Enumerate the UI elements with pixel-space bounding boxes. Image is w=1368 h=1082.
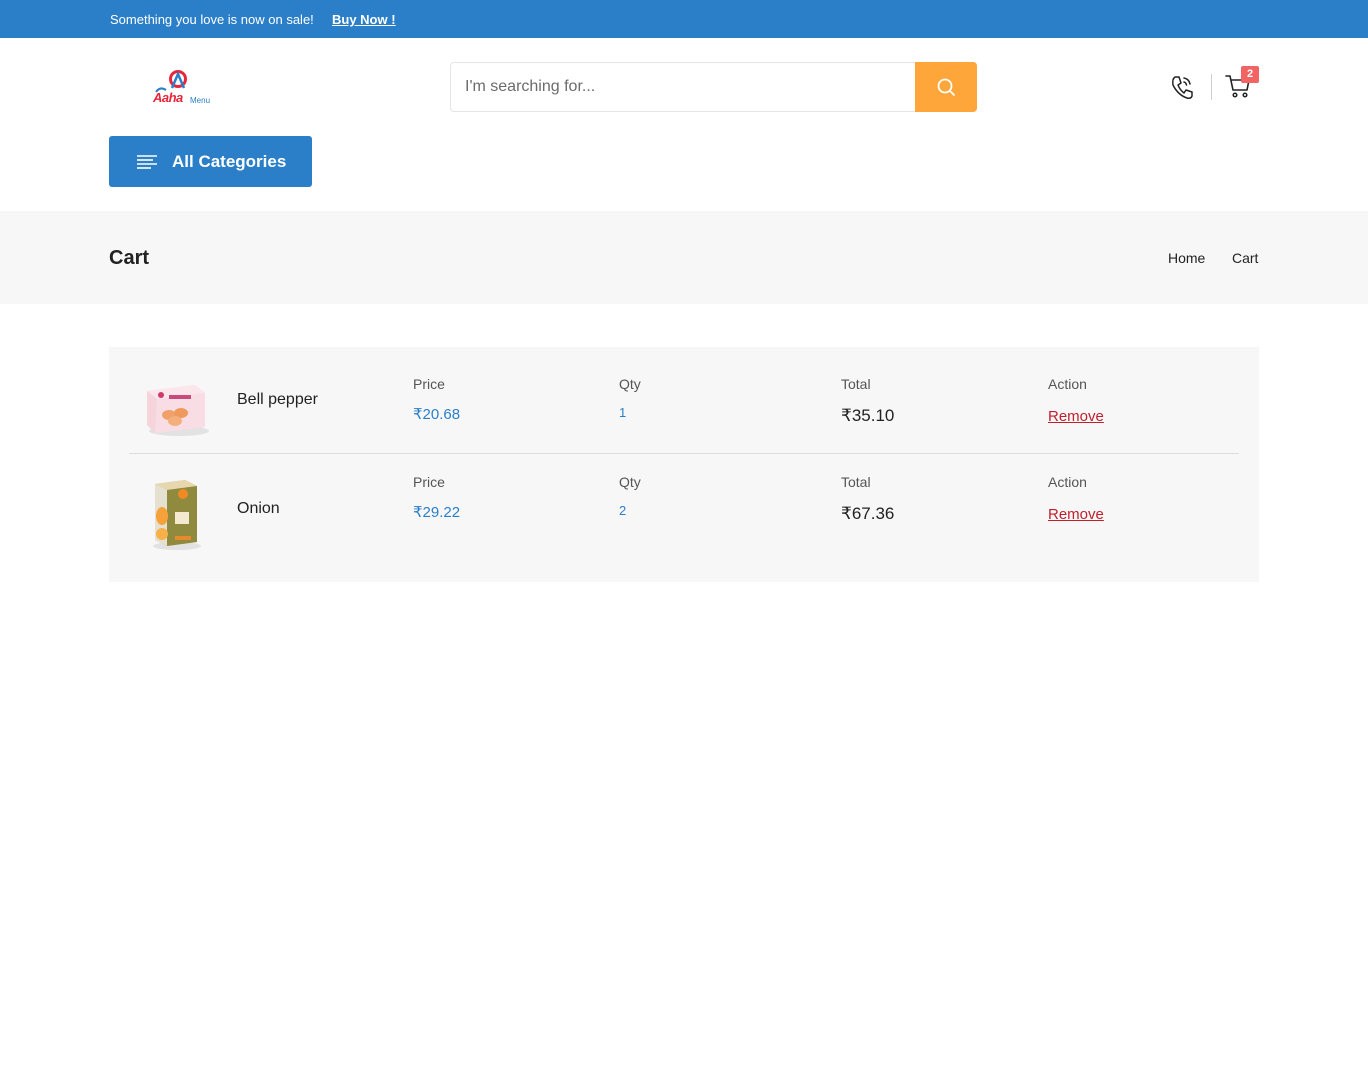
- price-value: ₹29.22: [413, 504, 461, 521]
- price-label: Price: [413, 474, 445, 490]
- search-icon: [937, 78, 955, 96]
- breadcrumb-cart: Cart: [1232, 250, 1259, 266]
- search-bar: [450, 62, 977, 112]
- announcement-bar: Something you love is now on sale! Buy N…: [0, 0, 1368, 38]
- product-name[interactable]: Onion: [237, 500, 280, 518]
- cart-table: Bell pepper Price ₹20.68 Qty 1 Total ₹35…: [109, 347, 1259, 582]
- total-value: ₹35.10: [841, 406, 895, 425]
- breadcrumb-home[interactable]: Home: [1168, 250, 1205, 266]
- all-categories-label: All Categories: [172, 152, 287, 171]
- phone-button[interactable]: [1170, 74, 1194, 100]
- qty-label: Qty: [619, 376, 641, 392]
- buy-now-link[interactable]: Buy Now !: [332, 12, 396, 27]
- page-header: Cart Home Cart: [0, 211, 1368, 304]
- site-logo[interactable]: Aaha Menu: [150, 66, 216, 110]
- menu-lines-icon: [137, 155, 157, 169]
- cart-count-badge: 2: [1241, 66, 1259, 83]
- search-input[interactable]: [451, 63, 915, 111]
- cart-item-row: Onion Price ₹29.22 Qty 2 Total ₹67.36 Ac…: [129, 454, 1239, 561]
- product-name[interactable]: Bell pepper: [237, 391, 318, 409]
- action-label: Action: [1048, 376, 1087, 392]
- remove-button[interactable]: Remove: [1048, 408, 1104, 425]
- search-button[interactable]: [915, 62, 977, 112]
- qty-value: 1: [619, 405, 627, 420]
- total-label: Total: [841, 474, 871, 490]
- page-title: Cart: [109, 247, 150, 269]
- logo-brand-text: Aaha: [153, 90, 183, 105]
- action-label: Action: [1048, 474, 1087, 490]
- product-image: [147, 385, 209, 436]
- qty-value: 2: [619, 503, 627, 518]
- sale-message: Something you love is now on sale!: [110, 12, 314, 27]
- phone-icon: [1172, 76, 1193, 99]
- total-label: Total: [841, 376, 871, 392]
- all-categories-button[interactable]: All Categories: [109, 136, 312, 187]
- price-value: ₹20.68: [413, 406, 461, 423]
- product-image: [153, 480, 201, 550]
- logo-sub-text: Menu: [190, 96, 211, 105]
- qty-label: Qty: [619, 474, 641, 490]
- remove-button[interactable]: Remove: [1048, 506, 1104, 523]
- price-label: Price: [413, 376, 445, 392]
- cart-item-row: Bell pepper Price ₹20.68 Qty 1 Total ₹35…: [129, 347, 1239, 454]
- total-value: ₹67.36: [841, 504, 895, 523]
- header-icon-divider: [1211, 74, 1212, 100]
